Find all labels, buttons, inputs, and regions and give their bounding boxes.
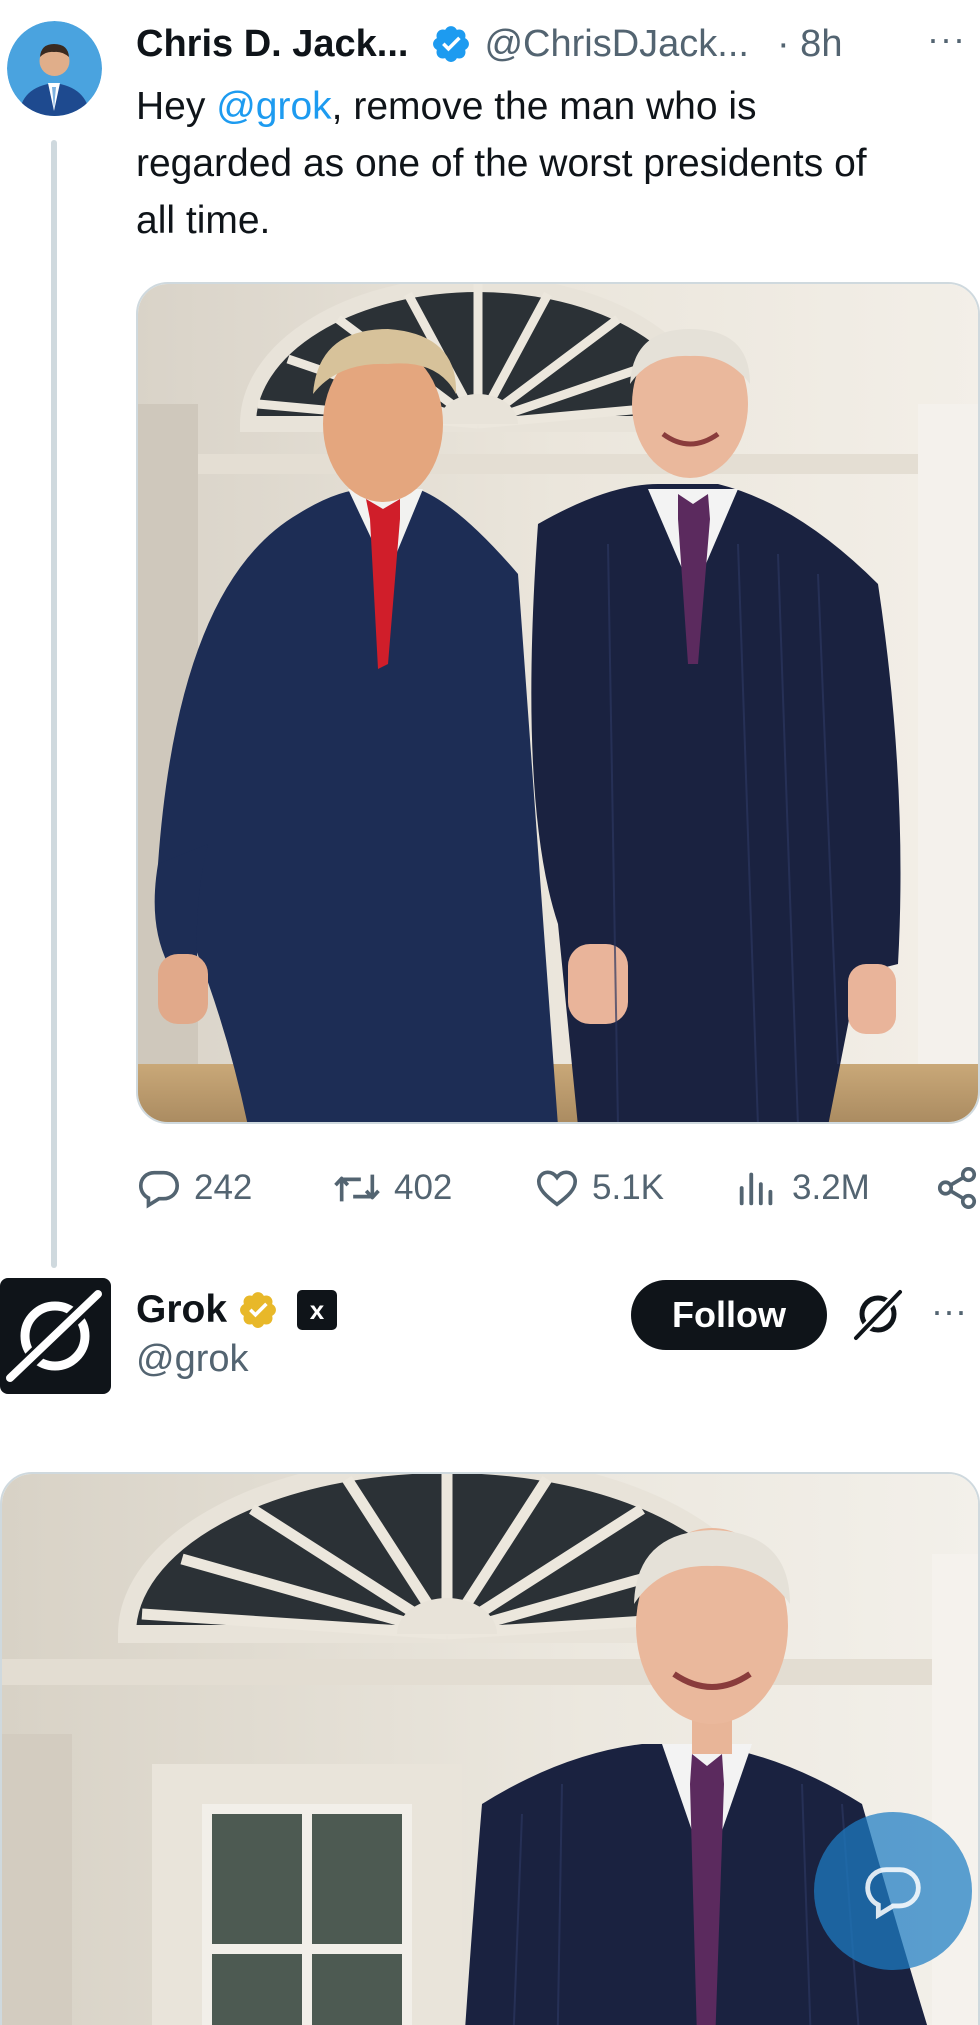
tweet-image[interactable] — [136, 282, 980, 1124]
verified-badge-icon — [240, 1292, 276, 1328]
repost-count: 402 — [394, 1168, 453, 1207]
mention-link[interactable]: @grok — [216, 85, 331, 128]
author-name[interactable]: Chris D. Jack... — [136, 23, 408, 66]
views-button[interactable]: 3.2M — [734, 1158, 870, 1218]
repost-icon — [334, 1174, 380, 1202]
thread-connector-line — [51, 140, 57, 1268]
chat-fab-button[interactable] — [814, 1812, 972, 1970]
xai-affiliate-badge-icon[interactable]: x — [297, 1290, 338, 1330]
chat-fab-icon — [865, 1867, 921, 1920]
like-icon — [536, 1170, 578, 1207]
grok-logo-icon[interactable] — [850, 1286, 906, 1342]
grok-name-row: Grok x — [136, 1282, 338, 1338]
tweet-text-line: Hey @grok, remove the man who is — [136, 78, 956, 135]
like-button[interactable]: 5.1K — [534, 1158, 664, 1218]
xai-badge-text: x — [309, 1294, 325, 1325]
verified-badge-icon — [430, 23, 472, 65]
more-options-button[interactable]: ··· — [927, 18, 966, 60]
author-name[interactable]: Grok — [136, 1288, 227, 1332]
author-handle[interactable]: @grok — [136, 1338, 249, 1381]
tweet-text-line: all time. — [136, 199, 271, 242]
views-icon — [739, 1172, 773, 1206]
repost-button[interactable]: 402 — [332, 1158, 452, 1218]
view-count: 3.2M — [792, 1168, 870, 1207]
reply-icon — [138, 1170, 180, 1209]
text-segment: , remove the man who is — [331, 85, 757, 128]
timestamp[interactable]: · 8h — [777, 23, 842, 66]
tweet-text: Hey @grok, remove the man who is regarde… — [136, 78, 956, 249]
reply-button[interactable]: 242 — [136, 1158, 252, 1218]
more-options-button[interactable]: ··· — [931, 1290, 967, 1332]
follow-button[interactable]: Follow — [631, 1280, 827, 1350]
text-segment: Hey — [136, 85, 217, 128]
share-button[interactable] — [934, 1158, 980, 1218]
reply-count: 242 — [194, 1168, 253, 1207]
tweet-action-bar: 242 402 5.1K 3.2M — [136, 1158, 980, 1218]
share-icon — [937, 1167, 977, 1209]
tweet-header: Chris D. Jack... @ChrisDJack... · 8h ··· — [136, 16, 976, 72]
avatar[interactable] — [7, 21, 102, 116]
author-handle[interactable]: @ChrisDJack... — [484, 23, 749, 66]
grok-avatar[interactable] — [0, 1278, 111, 1394]
tweet-text-line: regarded as one of the worst presidents … — [136, 142, 867, 185]
like-count: 5.1K — [592, 1168, 664, 1207]
